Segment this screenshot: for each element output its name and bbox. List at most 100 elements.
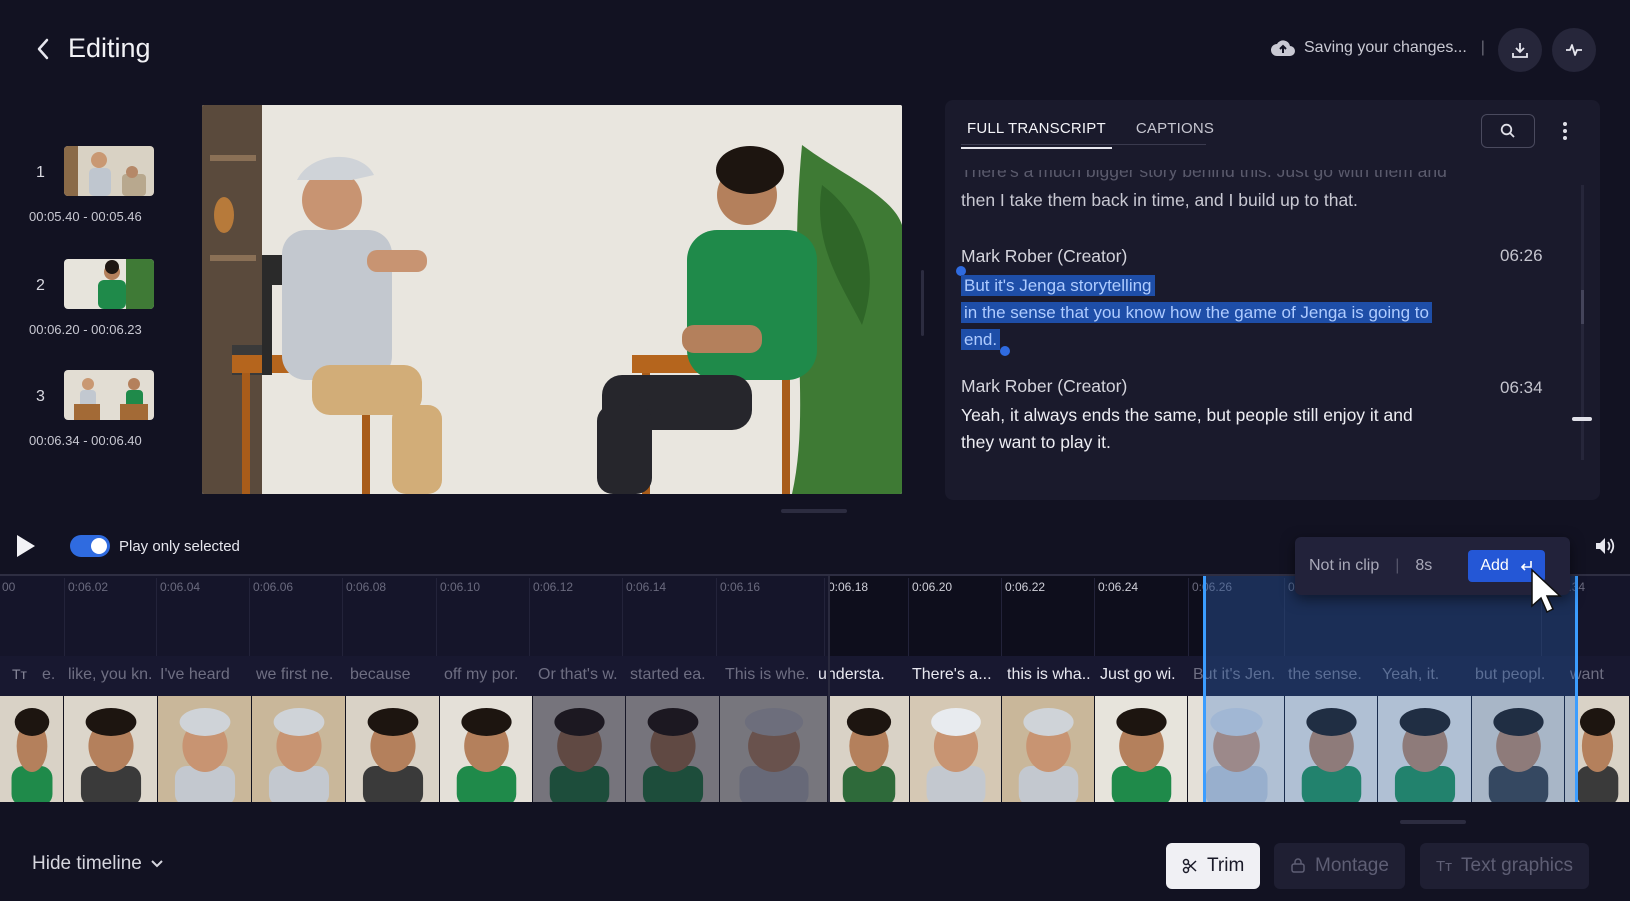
tick-line [1188, 578, 1189, 656]
scrollbar-thumb[interactable] [1581, 290, 1584, 324]
highlighted-line: But it's Jenga storytelling [961, 275, 1155, 296]
video-frame-thumbnail [828, 696, 910, 802]
chevron-down-icon [151, 860, 163, 868]
tick-line [1094, 578, 1095, 656]
transcript-search-button[interactable] [1481, 114, 1535, 148]
tick-label: 0:06.14 [626, 580, 667, 594]
tick-line [249, 578, 250, 656]
video-frame-thumbnail [1002, 696, 1095, 802]
tick-label: 0:06.24 [1098, 580, 1139, 594]
video-frame-thumbnail [1095, 696, 1188, 802]
more-options-button[interactable] [1555, 116, 1575, 146]
tick-line [1284, 578, 1285, 656]
caption-segment[interactable]: the sense. [1288, 666, 1362, 684]
montage-button[interactable]: Montage [1274, 843, 1405, 889]
caption-segment[interactable]: But it's Jen. [1193, 666, 1275, 684]
video-resize-handle[interactable] [781, 509, 847, 513]
tick-line [436, 578, 437, 656]
clip-boundary [828, 576, 830, 802]
video-frame-thumbnail [64, 696, 158, 802]
timeline-resize-handle[interactable] [1400, 820, 1466, 824]
text-graphics-icon: Tт [1436, 857, 1453, 875]
tick-label: 0:06.04 [160, 580, 201, 594]
transcript-selected-text[interactable]: But it's Jenga storytelling in the sense… [961, 272, 1501, 353]
tick-label: 0 [1288, 580, 1295, 594]
clip-thumbnail [64, 370, 154, 420]
tick-line [529, 578, 530, 656]
tick-line [716, 578, 717, 656]
video-frame-thumbnail [1378, 696, 1472, 802]
play-icon [17, 535, 35, 557]
caption-segment[interactable]: off my por. [444, 666, 518, 684]
tick-label: 0:06.20 [912, 580, 953, 594]
tick-line [622, 578, 623, 656]
chevron-left-icon [37, 38, 49, 60]
add-clip-popup: Not in clip | 8s Add [1295, 537, 1570, 595]
caption-segment[interactable]: but peopl. [1475, 666, 1545, 684]
tick-label: 0:06.06 [253, 580, 294, 594]
caption-segment[interactable]: Or that's w. [538, 666, 618, 684]
header-separator: | [1480, 39, 1485, 56]
montage-icon [1291, 858, 1305, 873]
transcript-text[interactable]: Yeah, it always ends the same, but peopl… [961, 402, 1501, 456]
saving-text: Saving your changes... [1304, 39, 1467, 56]
download-button[interactable] [1498, 28, 1542, 72]
transcript-timestamp[interactable]: 06:26 [1500, 246, 1543, 266]
tick-line [64, 578, 65, 656]
video-frame-thumbnail [1285, 696, 1378, 802]
clip-number: 2 [36, 277, 45, 294]
clip-item-1[interactable]: 1 00:05.40 - 00:05.46 [0, 146, 190, 246]
speaker-name: Mark Rober (Creator) [961, 246, 1128, 266]
caption-segment[interactable]: Yeah, it. [1382, 666, 1439, 684]
tick-label: 00 [2, 580, 16, 594]
tick-label: 0:06.08 [346, 580, 387, 594]
clip-time-range: 00:06.20 - 00:06.23 [29, 322, 142, 337]
video-frame-thumbnail [533, 696, 626, 802]
download-icon [1512, 43, 1528, 58]
caption-segment[interactable]: started ea. [630, 666, 706, 684]
hide-timeline-button[interactable]: Hide timeline [32, 853, 164, 875]
clip-thumbnail [64, 259, 154, 309]
caption-segment[interactable]: we first ne. [256, 666, 333, 684]
video-frame-thumbnail [346, 696, 440, 802]
video-player[interactable] [202, 105, 902, 494]
clip-item-2[interactable]: 2 00:06.20 - 00:06.23 [0, 259, 190, 359]
caption-segment[interactable]: want [1570, 666, 1604, 684]
tick-line [824, 578, 825, 656]
clip-item-3[interactable]: 3 00:06.34 - 00:06.40 [0, 370, 190, 470]
hide-timeline-label: Hide timeline [32, 853, 142, 874]
panel-resize-handle[interactable] [921, 270, 924, 336]
speaker-name: Mark Rober (Creator) [961, 376, 1128, 396]
transcript-text[interactable]: then I take them back in time, and I bui… [961, 187, 1501, 214]
clip-time-range: 00:06.34 - 00:06.40 [29, 433, 142, 448]
trim-button[interactable]: Trim [1166, 843, 1261, 889]
selection-end-handle[interactable] [1000, 346, 1010, 356]
video-frame-thumbnail [910, 696, 1002, 802]
play-only-selected-toggle[interactable] [70, 535, 110, 557]
tick-label: 0:06.12 [533, 580, 574, 594]
caption-segment[interactable]: There's a... [912, 666, 992, 684]
back-button[interactable] [32, 34, 54, 64]
tick-line [156, 578, 157, 656]
video-frame-thumbnail [440, 696, 533, 802]
transcript-timestamp[interactable]: 06:34 [1500, 378, 1543, 398]
caption-segment[interactable]: this is wha.. [1007, 666, 1091, 684]
volume-button[interactable] [1594, 535, 1618, 557]
video-frame-thumbnail [1188, 696, 1285, 802]
transcript-cut-line: There's a much bigger story behind this.… [961, 161, 1447, 181]
montage-label: Montage [1315, 855, 1389, 876]
caption-segment[interactable]: e. [42, 666, 55, 684]
caption-segment[interactable]: I've heard [160, 666, 230, 684]
activity-button[interactable] [1552, 28, 1596, 72]
mouse-cursor-icon [1531, 568, 1562, 614]
play-button[interactable] [14, 533, 38, 559]
selection-duration: 8s [1415, 557, 1433, 574]
text-graphics-label: Text graphics [1461, 855, 1573, 876]
text-graphics-button[interactable]: Tт Text graphics [1420, 843, 1589, 889]
caption-segment[interactable]: because [350, 666, 411, 684]
scissors-icon [1182, 858, 1197, 874]
caption-segment[interactable]: Just go wi. [1100, 666, 1176, 684]
caption-segment[interactable]: like, you kn. [68, 666, 152, 684]
caption-segment[interactable]: This is whe. [725, 666, 809, 684]
timeline[interactable]: 00 0:06.02 0:06.04 0:06.06 0:06.08 0:06.10 0:0… [0, 574, 1630, 804]
